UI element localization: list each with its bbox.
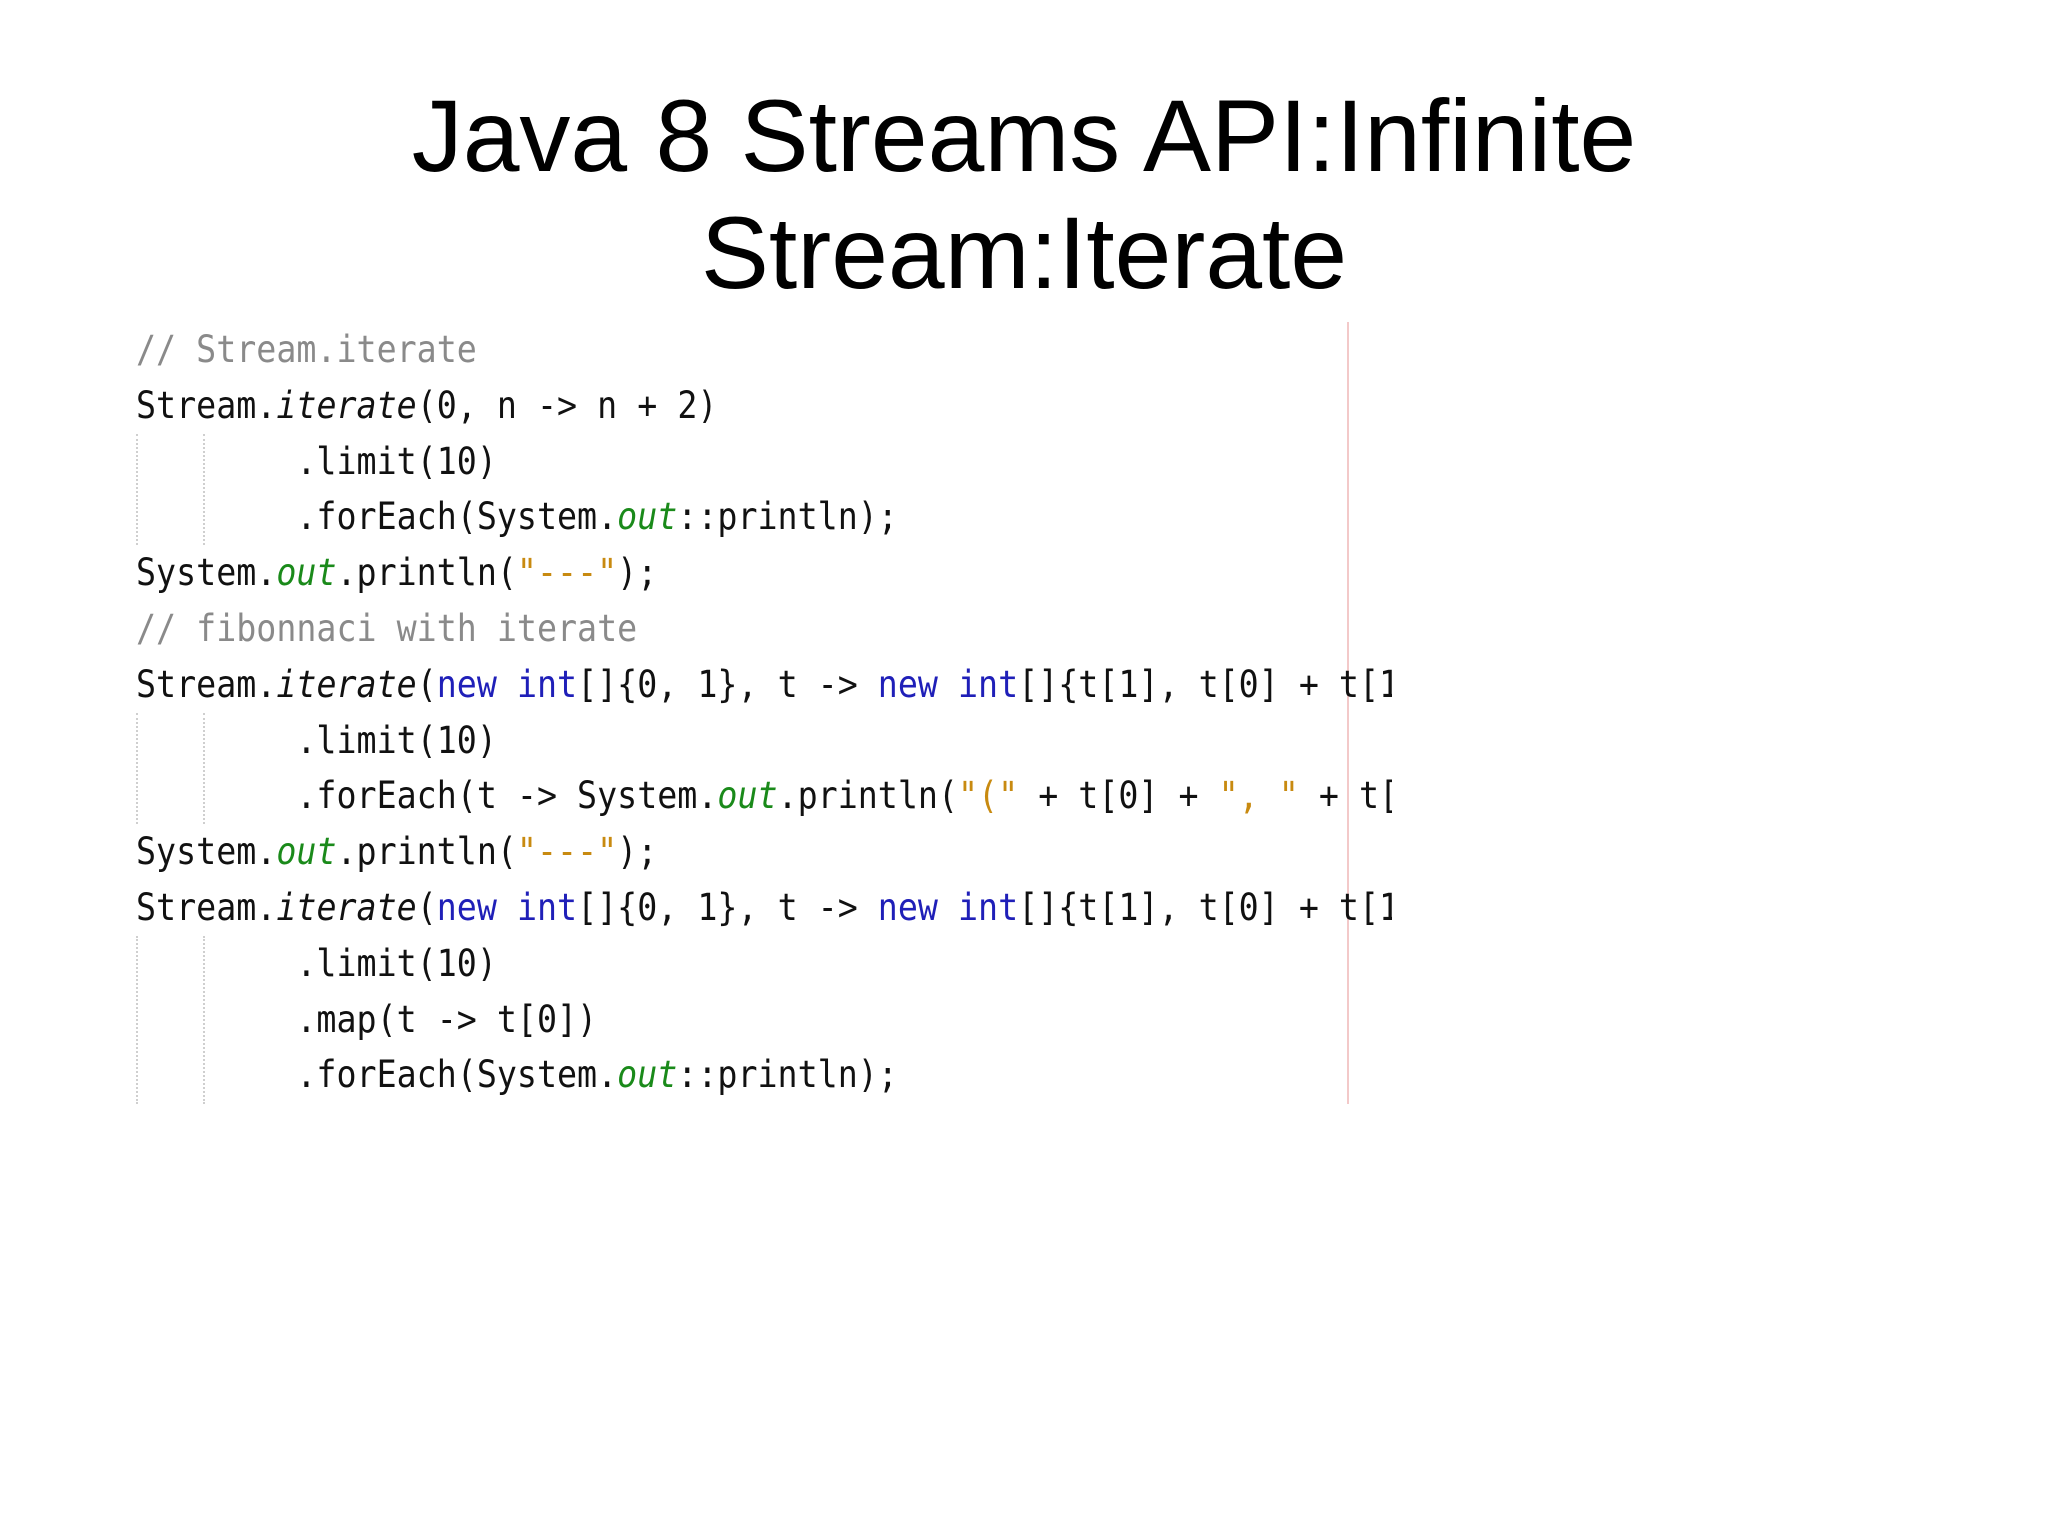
code-token: // Stream.iterate — [136, 328, 477, 371]
code-token: "(" — [957, 774, 1019, 818]
code-token: .limit(10) — [136, 718, 497, 762]
code-token: // fibonnaci with iterate — [136, 606, 638, 650]
code-token: + t[0] + — [1018, 774, 1219, 818]
code-token: .map(t -> t[0]) — [136, 997, 598, 1041]
code-line: .map(t -> t[0]) — [136, 992, 1392, 1048]
code-token: ::println); — [677, 495, 898, 539]
code-token: ( — [416, 662, 437, 706]
code-line: .forEach(t -> System.out.println("(" + t… — [136, 768, 1392, 824]
code-token: new — [436, 662, 497, 706]
code-token: []{0, 1}, t -> — [577, 885, 878, 929]
code-token: .forEach(System. — [136, 495, 618, 539]
code-line: .forEach(System.out::println); — [136, 1047, 1392, 1103]
code-token: "---" — [516, 551, 618, 595]
code-token: .println( — [777, 774, 958, 818]
code-token: .limit(10) — [136, 439, 497, 483]
code-token: []{0, 1}, t -> — [577, 662, 878, 706]
code-token: []{t[1], t[0] + t[1]}) — [1018, 885, 1392, 929]
code-token: iterate — [276, 662, 417, 706]
code-token: iterate — [276, 885, 417, 929]
code-token: ::println); — [677, 1053, 898, 1097]
code-token: out — [617, 495, 678, 539]
code-line: // Stream.iterate — [136, 322, 1392, 378]
code-line: .limit(10) — [136, 434, 1392, 490]
code-token: Stream. — [136, 662, 277, 706]
code-line: System.out.println("---"); — [136, 545, 1392, 601]
code-line: Stream.iterate(0, n -> n + 2) — [136, 378, 1392, 434]
code-token: System. — [136, 551, 277, 595]
code-token: ); — [617, 830, 658, 874]
code-token: int — [958, 885, 1019, 929]
code-screenshot: // Stream.iterate Stream.iterate(0, n -> … — [132, 322, 1392, 1104]
code-line: .limit(10) — [136, 936, 1392, 992]
slide-title-line-1: Java 8 Streams API:Infinite — [411, 79, 1637, 193]
code-token: []{t[1], t[0] + t[1]}) — [1018, 662, 1392, 706]
code-line: Stream.iterate(new int[]{0, 1}, t -> new… — [136, 657, 1392, 713]
slide-title-line-2: Stream:Iterate — [700, 196, 1348, 310]
code-token: out — [276, 830, 337, 874]
code-token: "---" — [516, 830, 618, 874]
code-token: .forEach(System. — [136, 1053, 618, 1097]
code-token: (0, n -> n + 2) — [416, 383, 718, 427]
code-line: .limit(10) — [136, 713, 1392, 769]
code-token: out — [717, 774, 778, 818]
code-token: .limit(10) — [136, 941, 497, 985]
code-token: System. — [136, 830, 277, 874]
code-token: .println( — [336, 551, 517, 595]
code-token: .println( — [336, 830, 517, 874]
code-token: + t[1] + — [1318, 774, 1392, 818]
code-token: out — [617, 1053, 678, 1097]
code-line: Stream.iterate(new int[]{0, 1}, t -> new… — [136, 880, 1392, 936]
code-line: System.out.println("---"); — [136, 824, 1392, 880]
code-block: // Stream.iterate Stream.iterate(0, n -> … — [136, 322, 1392, 1103]
code-token: new — [877, 662, 938, 706]
code-token: iterate — [276, 383, 417, 427]
code-line: // fibonnaci with iterate — [136, 601, 1392, 657]
code-token: out — [276, 551, 337, 595]
code-token: Stream. — [136, 885, 277, 929]
code-token: ); — [617, 551, 658, 595]
code-token: int — [516, 662, 578, 706]
code-token: ( — [416, 885, 437, 929]
code-line: .forEach(System.out::println); — [136, 489, 1392, 545]
code-token: Stream. — [136, 383, 277, 427]
code-token: int — [958, 662, 1019, 706]
code-token: int — [516, 885, 578, 929]
code-token: ", " — [1218, 774, 1299, 818]
code-token: new — [436, 885, 497, 929]
code-token: .forEach(t -> System. — [136, 774, 718, 818]
slide-title: Java 8 Streams API:Infinite Stream:Itera… — [0, 78, 2048, 312]
code-token: new — [877, 885, 938, 929]
